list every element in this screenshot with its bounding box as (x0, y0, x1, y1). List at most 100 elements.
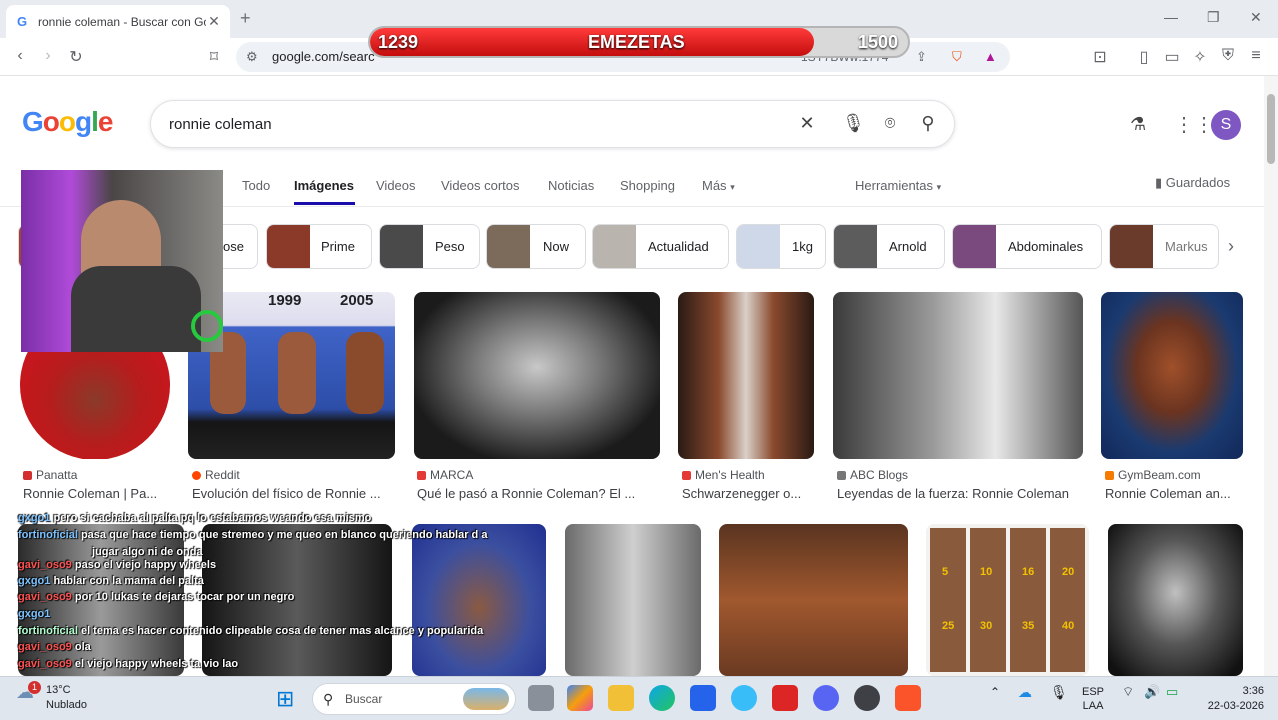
tray-chevron-icon[interactable]: ⌃ (990, 685, 1000, 699)
result-source[interactable]: MARCA (417, 468, 473, 482)
result-image[interactable] (1101, 292, 1243, 459)
battery-icon[interactable]: ▭ (1166, 685, 1178, 699)
browser-tab[interactable]: G ronnie coleman - Buscar con Go ✕ (6, 5, 230, 38)
lang-top: ESP (1082, 686, 1105, 698)
result-image[interactable] (1108, 524, 1243, 676)
tab-videos[interactable]: Videos (376, 178, 416, 193)
reload-icon[interactable]: ↻ (66, 47, 86, 67)
search-highlight-icon (463, 688, 509, 710)
tab-noticias[interactable]: Noticias (548, 178, 594, 193)
result-caption[interactable]: Ronnie Coleman an... (1105, 486, 1245, 501)
antivirus-icon[interactable] (772, 685, 798, 711)
chip-markus[interactable]: Markus (1109, 224, 1219, 269)
chip-1kg[interactable]: 1kg (736, 224, 826, 269)
new-tab-icon[interactable]: + (240, 8, 251, 29)
taskbar-search[interactable]: ⚲ Buscar (312, 683, 516, 715)
clock[interactable]: 3:36 22-03-2026 (1200, 684, 1264, 714)
result-caption[interactable]: Schwarzenegger o... (682, 486, 812, 501)
tab-shopping[interactable]: Shopping (620, 178, 675, 193)
result-source[interactable]: Reddit (192, 468, 240, 482)
tab-mas[interactable]: Más ▾ (702, 178, 735, 193)
result-source[interactable]: Panatta (23, 468, 77, 482)
result-image[interactable]: 5 10 16 20 25 30 35 40 (926, 524, 1089, 676)
obs-icon[interactable] (854, 685, 880, 711)
app-icon[interactable] (731, 685, 757, 711)
microphone-icon[interactable]: 🎙 (842, 113, 865, 134)
tab-videos-cortos[interactable]: Videos cortos (441, 178, 520, 193)
result-caption[interactable]: Evolución del físico de Ronnie ... (192, 486, 392, 501)
rewards-icon[interactable]: ▲ (984, 42, 997, 72)
search-box[interactable]: ronnie coleman ✕ 🎙 ⌾ ⚲ (150, 100, 955, 148)
result-caption[interactable]: Leyendas de la fuerza: Ronnie Coleman (837, 486, 1082, 501)
sidebar-icon[interactable]: ▯ (1134, 47, 1154, 67)
share-icon[interactable]: ⇪ (916, 42, 927, 72)
chip-abdominales[interactable]: Abdominales (952, 224, 1102, 269)
tab-todo[interactable]: Todo (242, 178, 270, 193)
search-query[interactable]: ronnie coleman (169, 116, 272, 133)
windows-start-icon[interactable]: ⊞ (276, 686, 294, 712)
restore-icon[interactable]: ❐ (1207, 9, 1220, 26)
search-icon[interactable]: ⚲ (917, 113, 939, 134)
onedrive-icon[interactable]: ☁ (1018, 685, 1032, 699)
discord-icon[interactable] (813, 685, 839, 711)
result-image[interactable] (565, 524, 701, 676)
chip-thumbnail (267, 225, 310, 268)
chip-actualidad[interactable]: Actualidad (592, 224, 729, 269)
labs-icon[interactable]: ⚗ (1130, 114, 1146, 135)
saved-label: Guardados (1165, 175, 1231, 190)
apps-grid-icon[interactable]: ⋮⋮ (1174, 112, 1214, 137)
file-explorer-icon[interactable] (608, 685, 634, 711)
chip-thumbnail (953, 225, 996, 268)
mic-tray-icon[interactable]: 🎙 (1050, 685, 1068, 699)
task-view-icon[interactable] (528, 685, 554, 711)
result-source[interactable]: Men's Health (682, 468, 765, 482)
vpn-icon[interactable]: ⛨ (1218, 47, 1238, 65)
wallet-icon[interactable]: ▭ (1162, 47, 1182, 67)
bookmark-icon[interactable]: ⌑ (204, 47, 224, 67)
lens-icon[interactable]: ⌾ (879, 113, 901, 134)
result-image[interactable] (833, 292, 1083, 459)
window-close-icon[interactable]: ✕ (1250, 9, 1262, 26)
menu-icon[interactable]: ≡ (1246, 47, 1266, 65)
brave-shield-icon[interactable]: ⛉ (952, 42, 962, 72)
site-info-icon[interactable]: ⚙ (246, 42, 258, 72)
wifi-icon[interactable]: ⌔ (1122, 685, 1134, 699)
minimize-icon[interactable]: — (1164, 9, 1178, 25)
chip-now[interactable]: Now (486, 224, 586, 269)
result-image[interactable] (719, 524, 908, 676)
result-caption[interactable]: Ronnie Coleman | Pa... (23, 486, 168, 501)
store-icon[interactable] (690, 685, 716, 711)
result-source-name: GymBeam.com (1118, 468, 1201, 482)
year-label: 1999 (268, 292, 302, 309)
chip-arnold[interactable]: Arnold (833, 224, 945, 269)
google-logo[interactable]: Google (22, 106, 113, 138)
result-image[interactable] (678, 292, 814, 459)
result-image[interactable] (414, 292, 660, 459)
result-source[interactable]: ABC Blogs (837, 468, 908, 482)
collage-number: 10 (980, 566, 993, 578)
page-scrollbar[interactable] (1264, 76, 1278, 676)
ai-icon[interactable]: ✧ (1190, 47, 1210, 67)
edge-icon[interactable] (649, 685, 675, 711)
language-indicator[interactable]: ESP LAA (1082, 685, 1104, 713)
forward-icon[interactable]: › (38, 47, 58, 65)
weather-widget[interactable]: ☁ 1 13°C Nublado (14, 681, 87, 713)
result-caption[interactable]: Qué le pasó a Ronnie Coleman? El ... (417, 486, 659, 501)
copilot-icon[interactable] (567, 685, 593, 711)
clear-search-icon[interactable]: ✕ (796, 113, 818, 134)
result-source[interactable]: GymBeam.com (1105, 468, 1201, 482)
reader-mode-icon[interactable]: ⊡ (1090, 47, 1110, 67)
tools-button[interactable]: Herramientas ▾ (855, 178, 941, 193)
back-icon[interactable]: ‹ (10, 47, 30, 65)
chips-next-icon[interactable]: › (1228, 236, 1234, 257)
chip-peso[interactable]: Peso (379, 224, 480, 269)
avatar[interactable]: S (1211, 110, 1241, 140)
brave-icon[interactable] (895, 685, 921, 711)
scrollbar-thumb[interactable] (1267, 94, 1275, 164)
close-tab-icon[interactable]: ✕ (206, 13, 222, 30)
saved-button[interactable]: ▮ Guardados (1155, 175, 1230, 191)
chip-prime[interactable]: Prime (266, 224, 372, 269)
volume-icon[interactable]: 🔊 (1144, 685, 1160, 699)
emezetas-goal: 1500 (858, 32, 899, 52)
tab-imagenes[interactable]: Imágenes (294, 178, 354, 193)
